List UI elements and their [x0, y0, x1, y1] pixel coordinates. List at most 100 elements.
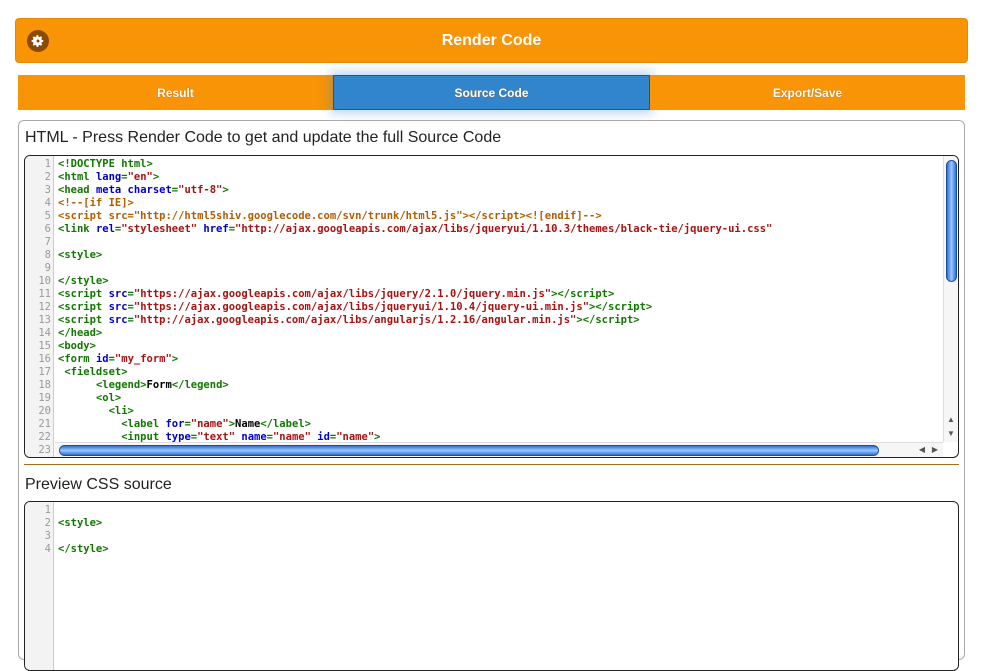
line-number: 7: [44, 236, 51, 248]
code-token: src: [108, 314, 128, 326]
code-token: <script: [58, 301, 109, 313]
line-code: <head meta charset="utf-8">: [51, 184, 229, 197]
code-token: <label: [121, 418, 166, 430]
line-code: <!DOCTYPE html>: [51, 158, 153, 171]
code-token: "http://ajax.googleapis.com/ajax/libs/jq…: [235, 223, 773, 235]
line-code: <li>: [51, 405, 134, 418]
code-token: <!DOCTYPE html>: [58, 158, 153, 170]
line-code: <script src="https://ajax.googleapis.com…: [51, 301, 652, 314]
code-line: 14 </head>: [25, 327, 772, 340]
line-number: 5: [44, 210, 51, 222]
scroll-right-icon[interactable]: ▶: [932, 445, 938, 454]
line-code: <fieldset>: [51, 366, 128, 379]
section-divider: [24, 464, 959, 465]
line-code: <!--[if IE]>: [51, 197, 134, 210]
code-line: 20 <li>: [25, 405, 772, 418]
gear-icon[interactable]: [27, 30, 49, 52]
code-token: </legend>: [171, 379, 229, 391]
code-line: 19 <ol>: [25, 392, 772, 405]
tab-result[interactable]: Result: [18, 75, 333, 110]
vertical-scrollbar[interactable]: ▲ ▼: [943, 156, 958, 442]
code-token: "stylesheet": [121, 223, 198, 235]
line-code: <label for="name">Name</label>: [51, 418, 311, 431]
line-code: <style>: [51, 517, 102, 530]
line-number: 20: [38, 405, 51, 417]
code-token: <!--[if IE]>: [58, 197, 134, 209]
line-number: 21: [38, 418, 51, 430]
code-line: 11 <script src="https://ajax.googleapis.c…: [25, 288, 772, 301]
html-code-editor[interactable]: 1 <!DOCTYPE html> 2 <html lang="en"> 3 <head …: [24, 155, 959, 458]
code-line: 15 <body>: [25, 340, 772, 353]
line-number: 22: [38, 431, 51, 443]
line-code: <legend>Form</legend>: [51, 379, 229, 392]
code-token: lang: [95, 171, 122, 183]
code-token: >: [152, 171, 160, 183]
horizontal-scrollbar[interactable]: ◀ ▶: [55, 442, 943, 457]
code-line: 6 <link rel="stylesheet" href="http://aja…: [25, 223, 773, 236]
line-code: </head>: [51, 327, 102, 340]
code-lines[interactable]: 1 2 <style> 3 4 </style>: [25, 504, 109, 556]
tab-source-code[interactable]: Source Code: [333, 75, 650, 110]
line-number: 8: [44, 249, 51, 261]
code-token: <style>: [58, 517, 103, 529]
code-token: >: [171, 353, 179, 365]
scroll-up-icon[interactable]: ▲: [947, 415, 955, 424]
line-number: 16: [38, 353, 51, 365]
tab-export-save[interactable]: Export/Save: [650, 75, 965, 110]
code-token: ></script>: [589, 301, 653, 313]
code-line: 9: [25, 262, 772, 275]
line-number: 2: [44, 171, 51, 183]
code-token: <fieldset>: [64, 366, 128, 378]
code-line: 18 <legend>Form</legend>: [25, 379, 772, 392]
line-number: 4: [44, 543, 51, 555]
code-line: 21 <label for="name">Name</label>: [25, 418, 772, 431]
line-number: 23: [38, 444, 51, 456]
code-token: <form: [58, 353, 96, 365]
render-code-button[interactable]: Render Code: [15, 18, 968, 63]
code-line: 1: [25, 504, 109, 517]
code-token: </style>: [58, 543, 109, 555]
code-line: 12 <script src="https://ajax.googleapis.c…: [25, 301, 772, 314]
line-number: 19: [38, 392, 51, 404]
line-number: 1: [44, 158, 51, 170]
scroll-down-icon[interactable]: ▼: [947, 429, 955, 438]
scroll-thumb[interactable]: [946, 160, 957, 282]
scroll-left-icon[interactable]: ◀: [919, 445, 925, 454]
code-line: 3 <head meta charset="utf-8">: [25, 184, 772, 197]
code-lines[interactable]: 1 <!DOCTYPE html> 2 <html lang="en"> 3 <head …: [25, 158, 772, 457]
line-number: 4: [44, 197, 51, 209]
line-number: 13: [38, 314, 51, 326]
css-code-editor[interactable]: 1 2 <style> 3 4 </style>: [24, 501, 959, 671]
line-number: 17: [38, 366, 51, 378]
code-line: 10 </style>: [25, 275, 772, 288]
code-line: 2 <style>: [25, 517, 109, 530]
line-number: 3: [44, 184, 51, 196]
code-token: src: [108, 288, 128, 300]
code-line: 1 <!DOCTYPE html>: [25, 158, 772, 171]
code-token: <script src="http://html5shiv.googlecode…: [58, 210, 602, 222]
source-panel: HTML - Press Render Code to get and upda…: [18, 120, 965, 671]
line-number: 3: [44, 530, 51, 542]
code-token: src: [108, 301, 128, 313]
code-token: >: [222, 184, 229, 196]
code-token: ></script>: [551, 288, 615, 300]
code-line: 8 <style>: [25, 249, 772, 262]
line-code: </style>: [51, 275, 109, 288]
code-token: </style>: [58, 275, 109, 287]
scroll-thumb[interactable]: [59, 445, 879, 456]
line-code: <script src="https://ajax.googleapis.com…: [51, 288, 614, 301]
line-code: <script src="http://html5shiv.googlecode…: [51, 210, 602, 223]
code-token: id: [95, 353, 109, 365]
line-number: 6: [44, 223, 51, 235]
code-token: <head: [58, 184, 96, 196]
code-token: "en": [127, 171, 153, 183]
line-number: 12: [38, 301, 51, 313]
line-code: </style>: [51, 543, 109, 556]
code-token: <li>: [108, 405, 134, 417]
html-section-title: HTML - Press Render Code to get and upda…: [25, 129, 502, 146]
code-line: 5 <script src="http://html5shiv.googlecod…: [25, 210, 772, 223]
